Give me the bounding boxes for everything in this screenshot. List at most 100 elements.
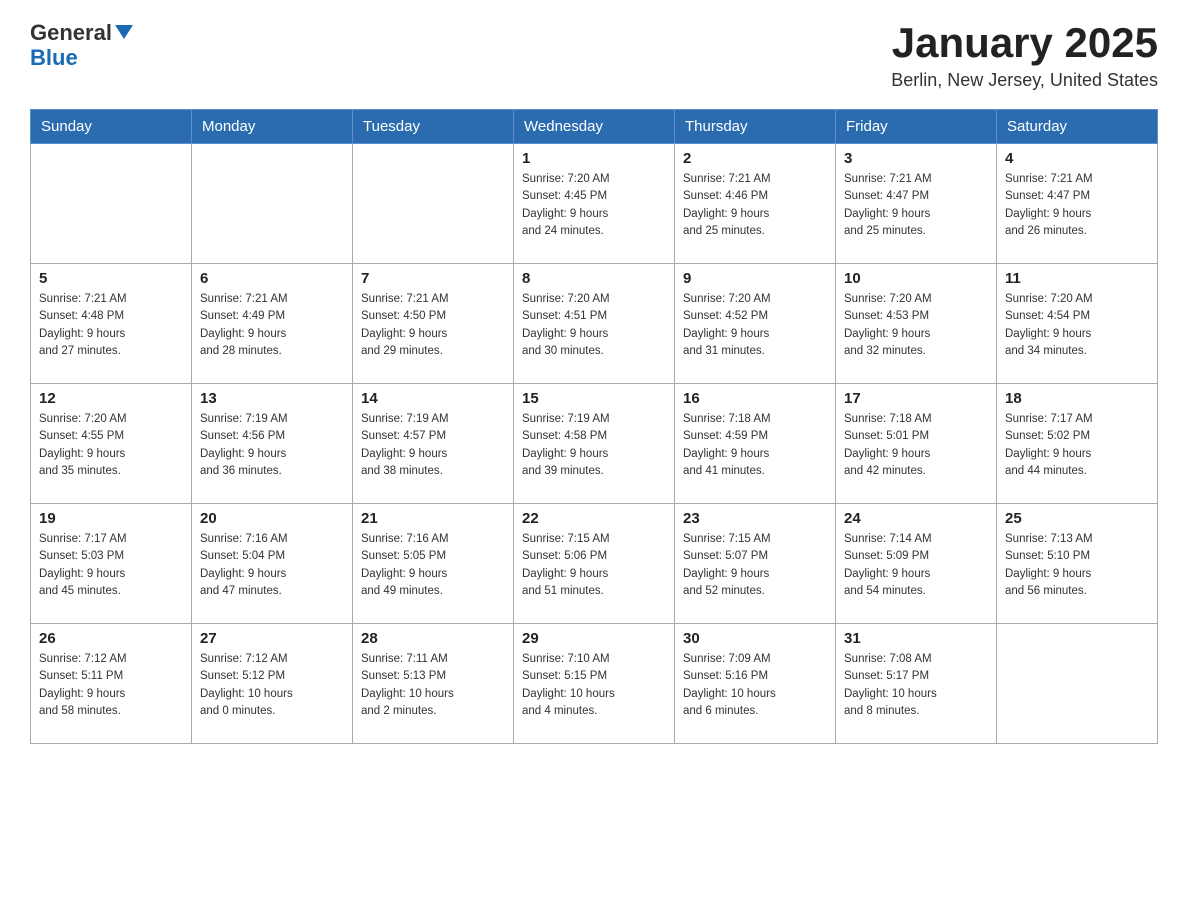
day-info: Sunrise: 7:20 AMSunset: 4:54 PMDaylight:…: [1005, 291, 1149, 360]
table-row: [997, 624, 1158, 744]
day-info: Sunrise: 7:21 AMSunset: 4:47 PMDaylight:…: [1005, 171, 1149, 240]
day-info: Sunrise: 7:20 AMSunset: 4:51 PMDaylight:…: [522, 291, 666, 360]
table-row: 29 Sunrise: 7:10 AMSunset: 5:15 PMDayligh…: [514, 624, 675, 744]
day-info: Sunrise: 7:17 AMSunset: 5:03 PMDaylight:…: [39, 531, 183, 600]
day-info: Sunrise: 7:10 AMSunset: 5:15 PMDaylight:…: [522, 651, 666, 720]
day-number: 31: [844, 630, 988, 647]
day-number: 9: [683, 270, 827, 287]
day-number: 20: [200, 510, 344, 527]
day-number: 2: [683, 150, 827, 167]
table-row: 25Sunrise: 7:13 AMSunset: 5:10 PMDayligh…: [997, 504, 1158, 624]
table-row: 31 Sunrise: 7:08 AMSunset: 5:17 PMDayligh…: [836, 624, 997, 744]
day-number: 5: [39, 270, 183, 287]
day-info: Sunrise: 7:21 AMSunset: 4:47 PMDaylight:…: [844, 171, 988, 240]
day-info: Sunrise: 7:18 AMSunset: 4:59 PMDaylight:…: [683, 411, 827, 480]
table-row: 13 Sunrise: 7:19 AMSunset: 4:56 PMDayligh…: [192, 384, 353, 504]
table-row: 3 Sunrise: 7:21 AMSunset: 4:47 PMDaylight…: [836, 144, 997, 264]
day-number: 7: [361, 270, 505, 287]
day-number: 23: [683, 510, 827, 527]
day-info: Sunrise: 7:19 AMSunset: 4:58 PMDaylight:…: [522, 411, 666, 480]
day-number: 15: [522, 390, 666, 407]
table-row: 14 Sunrise: 7:19 AMSunset: 4:57 PMDayligh…: [353, 384, 514, 504]
day-info: Sunrise: 7:20 AMSunset: 4:53 PMDaylight:…: [844, 291, 988, 360]
day-number: 21: [361, 510, 505, 527]
day-info: Sunrise: 7:17 AMSunset: 5:02 PMDaylight:…: [1005, 411, 1149, 480]
table-row: 6 Sunrise: 7:21 AMSunset: 4:49 PMDaylight…: [192, 264, 353, 384]
day-info: Sunrise: 7:19 AMSunset: 4:57 PMDaylight:…: [361, 411, 505, 480]
table-row: 22Sunrise: 7:15 AMSunset: 5:06 PMDayligh…: [514, 504, 675, 624]
table-row: 21Sunrise: 7:16 AMSunset: 5:05 PMDayligh…: [353, 504, 514, 624]
table-row: 18 Sunrise: 7:17 AMSunset: 5:02 PMDayligh…: [997, 384, 1158, 504]
table-row: 19 Sunrise: 7:17 AMSunset: 5:03 PMDayligh…: [31, 504, 192, 624]
header-tuesday: Tuesday: [353, 110, 514, 144]
table-row: 30 Sunrise: 7:09 AMSunset: 5:16 PMDayligh…: [675, 624, 836, 744]
table-row: 12 Sunrise: 7:20 AMSunset: 4:55 PMDayligh…: [31, 384, 192, 504]
day-number: 24: [844, 510, 988, 527]
header-wednesday: Wednesday: [514, 110, 675, 144]
day-info: Sunrise: 7:08 AMSunset: 5:17 PMDaylight:…: [844, 651, 988, 720]
day-number: 17: [844, 390, 988, 407]
day-number: 6: [200, 270, 344, 287]
table-row: 10 Sunrise: 7:20 AMSunset: 4:53 PMDayligh…: [836, 264, 997, 384]
day-info: Sunrise: 7:14 AMSunset: 5:09 PMDaylight:…: [844, 531, 988, 600]
day-number: 26: [39, 630, 183, 647]
table-row: 20Sunrise: 7:16 AMSunset: 5:04 PMDayligh…: [192, 504, 353, 624]
day-info: Sunrise: 7:09 AMSunset: 5:16 PMDaylight:…: [683, 651, 827, 720]
day-number: 19: [39, 510, 183, 527]
table-row: 5 Sunrise: 7:21 AMSunset: 4:48 PMDaylight…: [31, 264, 192, 384]
table-row: 4Sunrise: 7:21 AMSunset: 4:47 PMDaylight…: [997, 144, 1158, 264]
table-row: 28 Sunrise: 7:11 AMSunset: 5:13 PMDayligh…: [353, 624, 514, 744]
table-row: 23 Sunrise: 7:15 AMSunset: 5:07 PMDayligh…: [675, 504, 836, 624]
day-info: Sunrise: 7:11 AMSunset: 5:13 PMDaylight:…: [361, 651, 505, 720]
day-number: 25: [1005, 510, 1149, 527]
day-info: Sunrise: 7:20 AMSunset: 4:52 PMDaylight:…: [683, 291, 827, 360]
weekday-header-row: Sunday Monday Tuesday Wednesday Thursday…: [31, 110, 1158, 144]
day-info: Sunrise: 7:21 AMSunset: 4:46 PMDaylight:…: [683, 171, 827, 240]
table-row: 1Sunrise: 7:20 AMSunset: 4:45 PMDaylight…: [514, 144, 675, 264]
table-row: 2 Sunrise: 7:21 AMSunset: 4:46 PMDaylight…: [675, 144, 836, 264]
day-number: 12: [39, 390, 183, 407]
week-row-5: 26 Sunrise: 7:12 AMSunset: 5:11 PMDayligh…: [31, 624, 1158, 744]
table-row: 8 Sunrise: 7:20 AMSunset: 4:51 PMDaylight…: [514, 264, 675, 384]
location-subtitle: Berlin, New Jersey, United States: [891, 70, 1158, 91]
header-sunday: Sunday: [31, 110, 192, 144]
calendar-table: Sunday Monday Tuesday Wednesday Thursday…: [30, 109, 1158, 744]
day-info: Sunrise: 7:12 AMSunset: 5:11 PMDaylight:…: [39, 651, 183, 720]
header-thursday: Thursday: [675, 110, 836, 144]
header-saturday: Saturday: [997, 110, 1158, 144]
day-number: 11: [1005, 270, 1149, 287]
day-info: Sunrise: 7:21 AMSunset: 4:49 PMDaylight:…: [200, 291, 344, 360]
table-row: [192, 144, 353, 264]
table-row: [353, 144, 514, 264]
table-row: 7Sunrise: 7:21 AMSunset: 4:50 PMDaylight…: [353, 264, 514, 384]
header-monday: Monday: [192, 110, 353, 144]
table-row: 15 Sunrise: 7:19 AMSunset: 4:58 PMDayligh…: [514, 384, 675, 504]
day-info: Sunrise: 7:21 AMSunset: 4:48 PMDaylight:…: [39, 291, 183, 360]
day-info: Sunrise: 7:20 AMSunset: 4:55 PMDaylight:…: [39, 411, 183, 480]
page-header: General Blue January 2025 Berlin, New Je…: [30, 20, 1158, 91]
day-number: 13: [200, 390, 344, 407]
day-info: Sunrise: 7:12 AMSunset: 5:12 PMDaylight:…: [200, 651, 344, 720]
day-info: Sunrise: 7:18 AMSunset: 5:01 PMDaylight:…: [844, 411, 988, 480]
table-row: 27Sunrise: 7:12 AMSunset: 5:12 PMDayligh…: [192, 624, 353, 744]
day-info: Sunrise: 7:15 AMSunset: 5:07 PMDaylight:…: [683, 531, 827, 600]
week-row-3: 12 Sunrise: 7:20 AMSunset: 4:55 PMDayligh…: [31, 384, 1158, 504]
day-number: 22: [522, 510, 666, 527]
logo-general-text: General: [30, 20, 133, 45]
calendar-title-area: January 2025 Berlin, New Jersey, United …: [891, 20, 1158, 91]
day-number: 3: [844, 150, 988, 167]
day-number: 30: [683, 630, 827, 647]
table-row: [31, 144, 192, 264]
day-number: 16: [683, 390, 827, 407]
table-row: 24 Sunrise: 7:14 AMSunset: 5:09 PMDayligh…: [836, 504, 997, 624]
day-number: 29: [522, 630, 666, 647]
day-number: 10: [844, 270, 988, 287]
day-number: 8: [522, 270, 666, 287]
day-number: 28: [361, 630, 505, 647]
day-info: Sunrise: 7:19 AMSunset: 4:56 PMDaylight:…: [200, 411, 344, 480]
day-number: 18: [1005, 390, 1149, 407]
day-number: 14: [361, 390, 505, 407]
table-row: 16 Sunrise: 7:18 AMSunset: 4:59 PMDayligh…: [675, 384, 836, 504]
week-row-4: 19 Sunrise: 7:17 AMSunset: 5:03 PMDayligh…: [31, 504, 1158, 624]
table-row: 26 Sunrise: 7:12 AMSunset: 5:11 PMDayligh…: [31, 624, 192, 744]
